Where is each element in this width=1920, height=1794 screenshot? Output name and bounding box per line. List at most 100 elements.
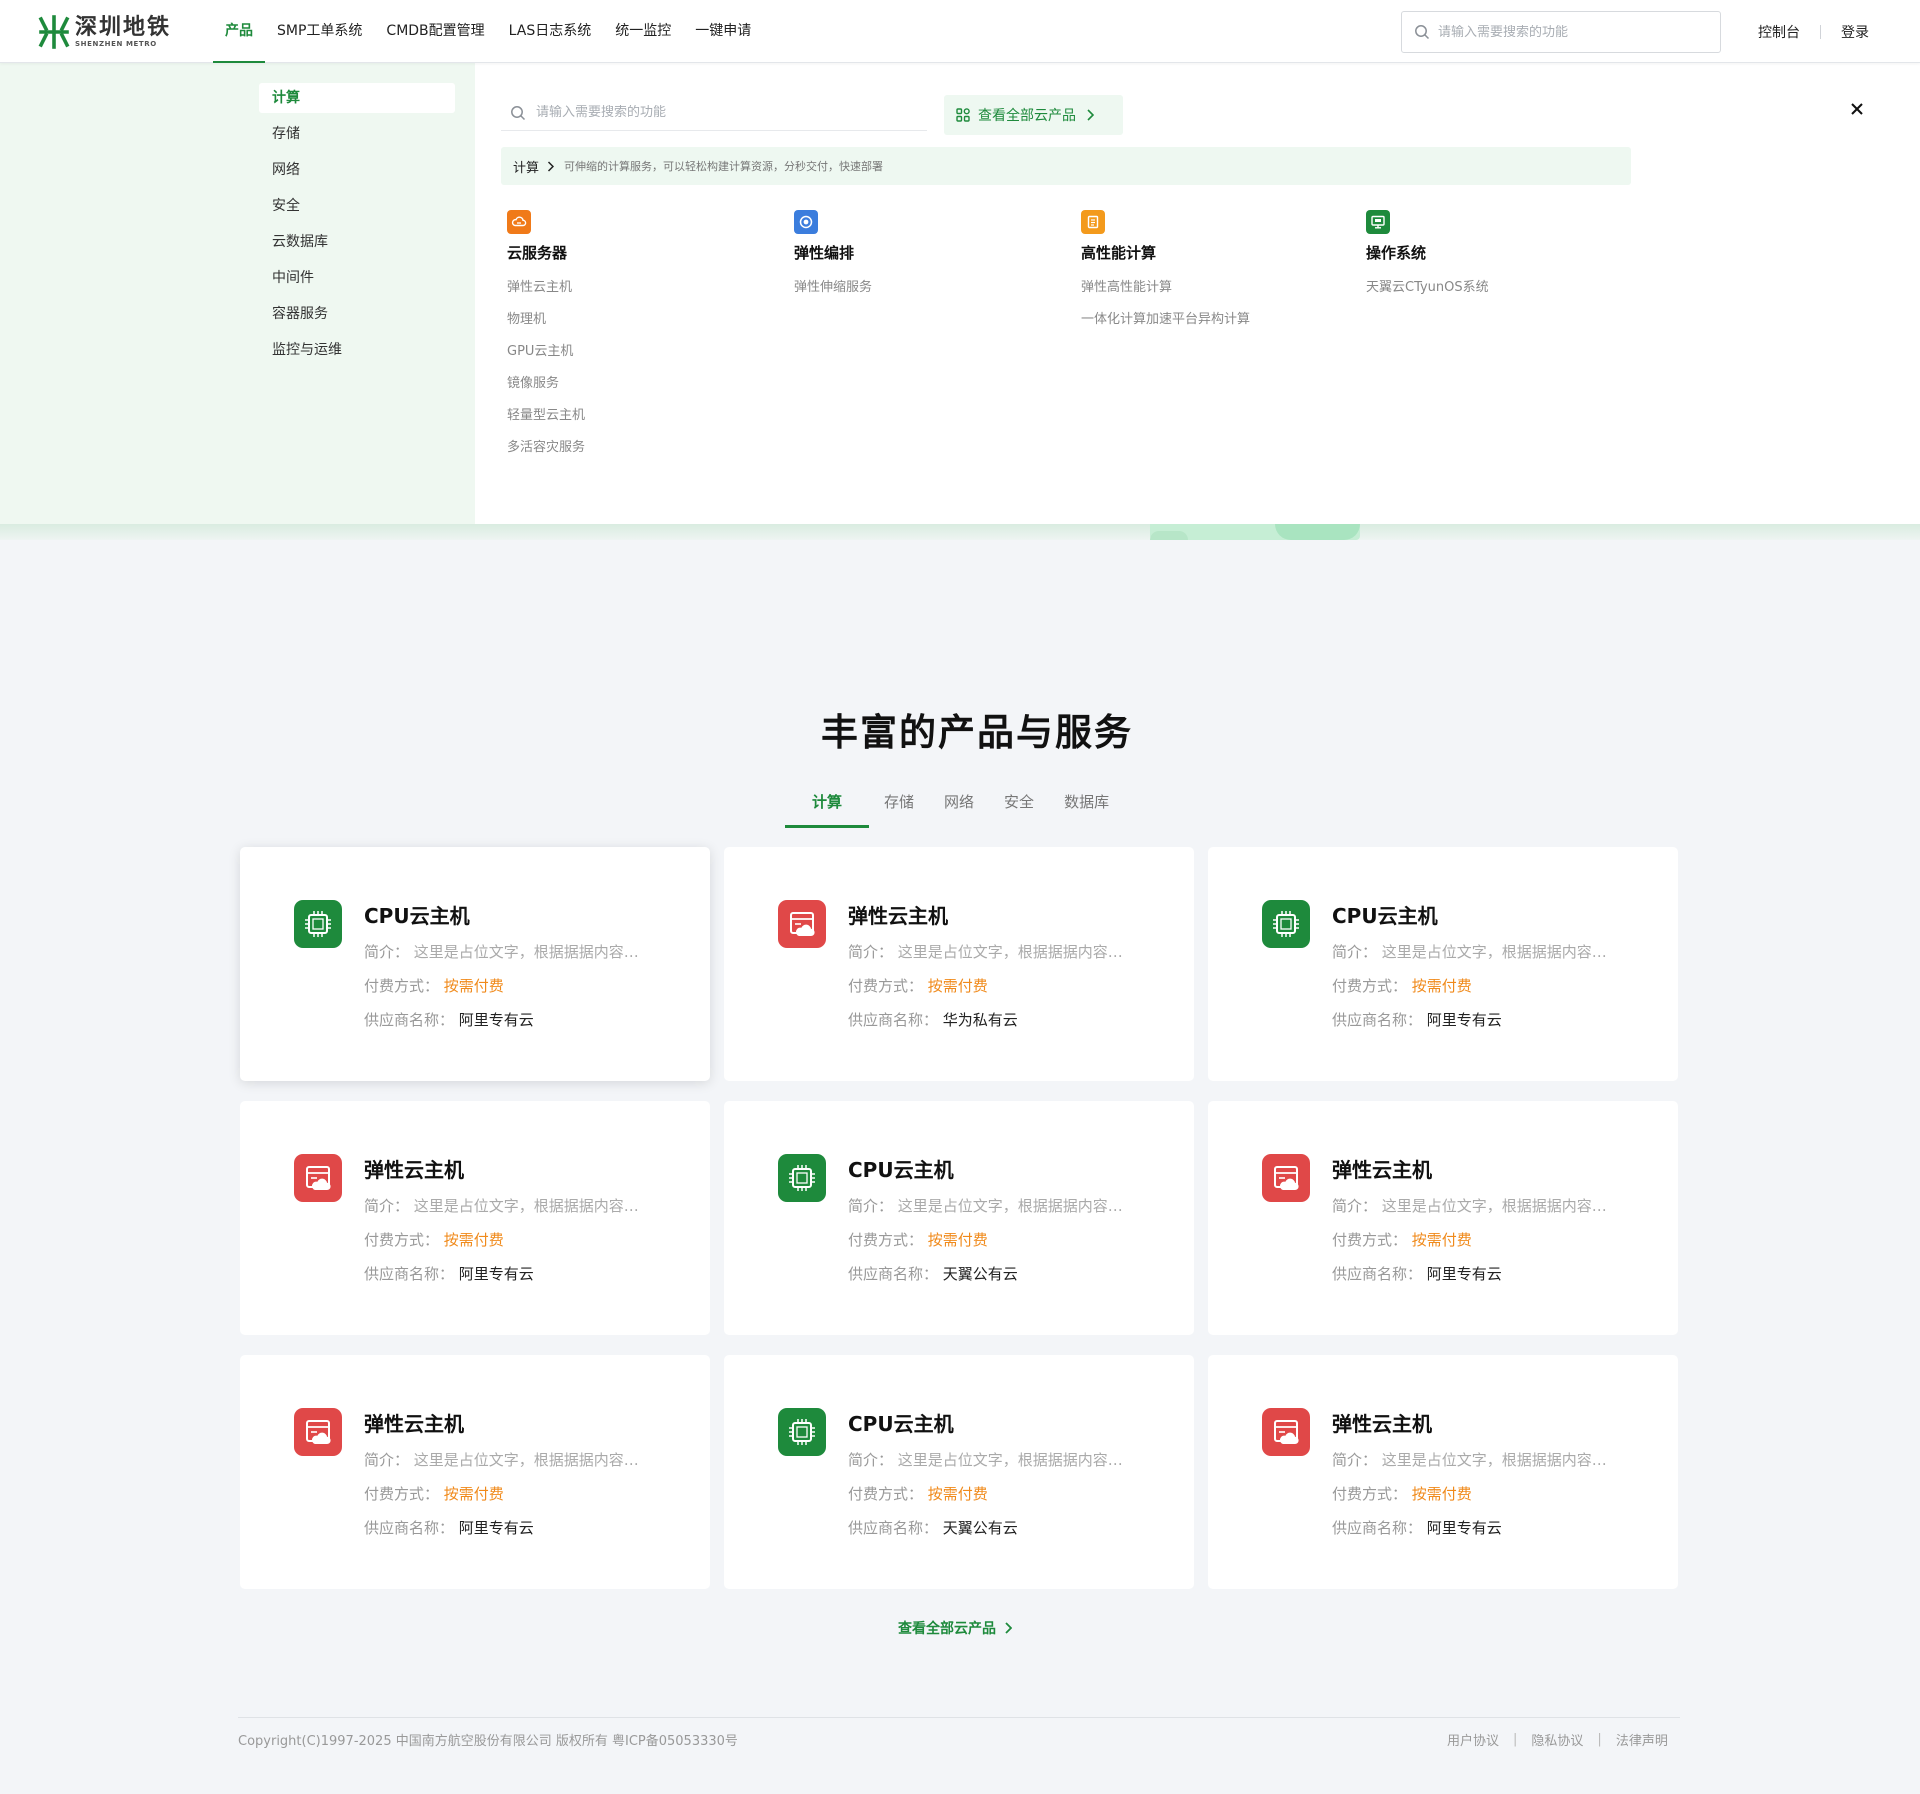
vendor-value: 阿里专有云: [1426, 1011, 1502, 1029]
vendor-value: 天翼公有云: [942, 1519, 1018, 1537]
product-card[interactable]: 弹性云主机 简介： 这里是占位文字，根据据据内容… 付费方式： 按需付费 供应商名称：…: [1208, 1355, 1678, 1589]
product-link[interactable]: 天翼云CTyunOS系统: [1366, 276, 1646, 295]
console-link[interactable]: 控制台: [1758, 22, 1800, 42]
vendor-label: 供应商名称：: [364, 1011, 455, 1029]
cloud-server-icon: [507, 210, 531, 234]
product-link[interactable]: GPU云主机: [507, 340, 787, 359]
group-title: 操作系统: [1366, 244, 1427, 262]
nav-apply[interactable]: 一键申请: [683, 0, 763, 63]
section-title: 丰富的产品与服务: [821, 711, 1133, 754]
footer-separator: |: [1513, 1732, 1518, 1747]
login-link[interactable]: 登录: [1841, 22, 1869, 42]
intro-label: 简介：: [848, 1451, 894, 1469]
pay-value: 按需付费: [927, 977, 988, 995]
cpu-icon: [778, 1408, 826, 1456]
tab-network[interactable]: 网络: [929, 786, 989, 828]
tab-storage[interactable]: 存储: [869, 786, 929, 828]
card-title: CPU云主机: [848, 1158, 954, 1182]
category-compute[interactable]: 计算: [259, 83, 455, 113]
product-link[interactable]: 轻量型云主机: [507, 404, 787, 423]
category-security[interactable]: 安全: [259, 191, 455, 221]
intro-value: 这里是占位文字，根据据据内容…: [413, 943, 639, 961]
intro-label: 简介：: [1332, 1197, 1378, 1215]
category-ops[interactable]: 监控与运维: [259, 335, 455, 365]
tab-security[interactable]: 安全: [989, 786, 1049, 828]
card-vendor: 供应商名称： 阿里专有云: [364, 1517, 534, 1538]
category-storage[interactable]: 存储: [259, 119, 455, 149]
pay-value: 按需付费: [927, 1485, 988, 1503]
pay-label: 付费方式：: [364, 1231, 440, 1249]
pay-label: 付费方式：: [1332, 977, 1408, 995]
group-title: 云服务器: [507, 244, 568, 262]
grid-icon: [956, 108, 970, 122]
card-vendor: 供应商名称： 阿里专有云: [364, 1009, 534, 1030]
product-card[interactable]: CPU云主机 简介： 这里是占位文字，根据据据内容… 付费方式： 按需付费 供应商名称…: [1208, 847, 1678, 1081]
vendor-label: 供应商名称：: [1332, 1011, 1423, 1029]
intro-label: 简介：: [848, 1197, 894, 1215]
banner-decoration: [1150, 531, 1188, 540]
category-cloud-db[interactable]: 云数据库: [259, 227, 455, 257]
tab-compute[interactable]: 计算: [785, 786, 870, 828]
header-search-input[interactable]: [1438, 24, 1708, 40]
category-container[interactable]: 容器服务: [259, 299, 455, 329]
vendor-label: 供应商名称：: [848, 1519, 939, 1537]
footer-user-agreement[interactable]: 用户协议: [1447, 1730, 1499, 1749]
card-vendor: 供应商名称： 阿里专有云: [1332, 1517, 1502, 1538]
pay-label: 付费方式：: [364, 977, 440, 995]
tab-database[interactable]: 数据库: [1049, 786, 1124, 828]
product-card[interactable]: CPU云主机 简介： 这里是占位文字，根据据据内容… 付费方式： 按需付费 供应商名称…: [724, 1101, 1194, 1335]
close-icon[interactable]: [1847, 99, 1867, 119]
view-all-cloud-products-link[interactable]: 查看全部云产品: [898, 1618, 1012, 1638]
product-link[interactable]: 镜像服务: [507, 372, 787, 391]
banner-decoration: [1275, 524, 1360, 540]
category-middleware[interactable]: 中间件: [259, 263, 455, 293]
product-card[interactable]: CPU云主机 简介： 这里是占位文字，根据据据内容… 付费方式： 按需付费 供应商名称…: [240, 847, 710, 1081]
header-search-box[interactable]: [1401, 11, 1721, 53]
pay-value: 按需付费: [443, 977, 504, 995]
product-link[interactable]: 一体化计算加速平台异构计算: [1081, 308, 1361, 327]
card-intro: 简介： 这里是占位文字，根据据据内容…: [1332, 1449, 1607, 1470]
intro-value: 这里是占位文字，根据据据内容…: [1381, 943, 1607, 961]
nav-monitor[interactable]: 统一监控: [603, 0, 683, 63]
pay-value: 按需付费: [1411, 977, 1472, 995]
view-all-label: 查看全部云产品: [978, 108, 1076, 124]
product-link[interactable]: 弹性高性能计算: [1081, 276, 1361, 295]
header-divider: [1820, 24, 1821, 39]
product-card[interactable]: CPU云主机 简介： 这里是占位文字，根据据据内容… 付费方式： 按需付费 供应商名称…: [724, 1355, 1194, 1589]
nav-cmdb[interactable]: CMDB配置管理: [374, 0, 496, 63]
footer-links: 用户协议 | 隐私协议 | 法律声明: [1447, 1730, 1668, 1749]
brand-logo[interactable]: 深圳地铁 SHENZHEN METRO: [38, 14, 171, 50]
logo-chinese: 深圳地铁: [75, 14, 172, 40]
elastic-cloud-icon: [778, 900, 826, 948]
card-vendor: 供应商名称： 华为私有云: [848, 1009, 1018, 1030]
nav-las[interactable]: LAS日志系统: [497, 0, 604, 63]
product-link[interactable]: 物理机: [507, 308, 787, 327]
product-link[interactable]: 弹性伸缩服务: [794, 276, 1074, 295]
nav-smp[interactable]: SMP工单系统: [265, 0, 374, 63]
category-network[interactable]: 网络: [259, 155, 455, 185]
pay-label: 付费方式：: [1332, 1231, 1408, 1249]
product-card[interactable]: 弹性云主机 简介： 这里是占位文字，根据据据内容… 付费方式： 按需付费 供应商名称：…: [240, 1355, 710, 1589]
product-card[interactable]: 弹性云主机 简介： 这里是占位文字，根据据据内容… 付费方式： 按需付费 供应商名称：…: [1208, 1101, 1678, 1335]
view-all-products-button[interactable]: 查看全部云产品: [944, 95, 1123, 135]
mega-search-input[interactable]: [536, 105, 916, 120]
product-link[interactable]: 弹性云主机: [507, 276, 787, 295]
card-intro: 简介： 这里是占位文字，根据据据内容…: [364, 941, 639, 962]
footer-privacy-policy[interactable]: 隐私协议: [1531, 1730, 1583, 1749]
product-card[interactable]: 弹性云主机 简介： 这里是占位文字，根据据据内容… 付费方式： 按需付费 供应商名称：…: [240, 1101, 710, 1335]
elastic-cloud-icon: [294, 1408, 342, 1456]
group-title: 弹性编排: [794, 244, 855, 262]
product-group-orchestration: 弹性编排 弹性伸缩服务: [794, 210, 1074, 295]
mega-search-box[interactable]: [501, 95, 927, 131]
card-pay: 付费方式： 按需付费: [364, 1483, 504, 1504]
pay-label: 付费方式：: [848, 1485, 924, 1503]
intro-label: 简介：: [1332, 1451, 1378, 1469]
product-link[interactable]: 多活容灾服务: [507, 436, 787, 455]
nav-products[interactable]: 产品: [213, 0, 265, 63]
footer-legal-notice[interactable]: 法律声明: [1616, 1730, 1668, 1749]
pay-value: 按需付费: [443, 1231, 504, 1249]
operating-system-icon: [1366, 210, 1390, 234]
cpu-icon: [1262, 900, 1310, 948]
vendor-value: 阿里专有云: [458, 1011, 534, 1029]
product-card[interactable]: 弹性云主机 简介： 这里是占位文字，根据据据内容… 付费方式： 按需付费 供应商名称：…: [724, 847, 1194, 1081]
